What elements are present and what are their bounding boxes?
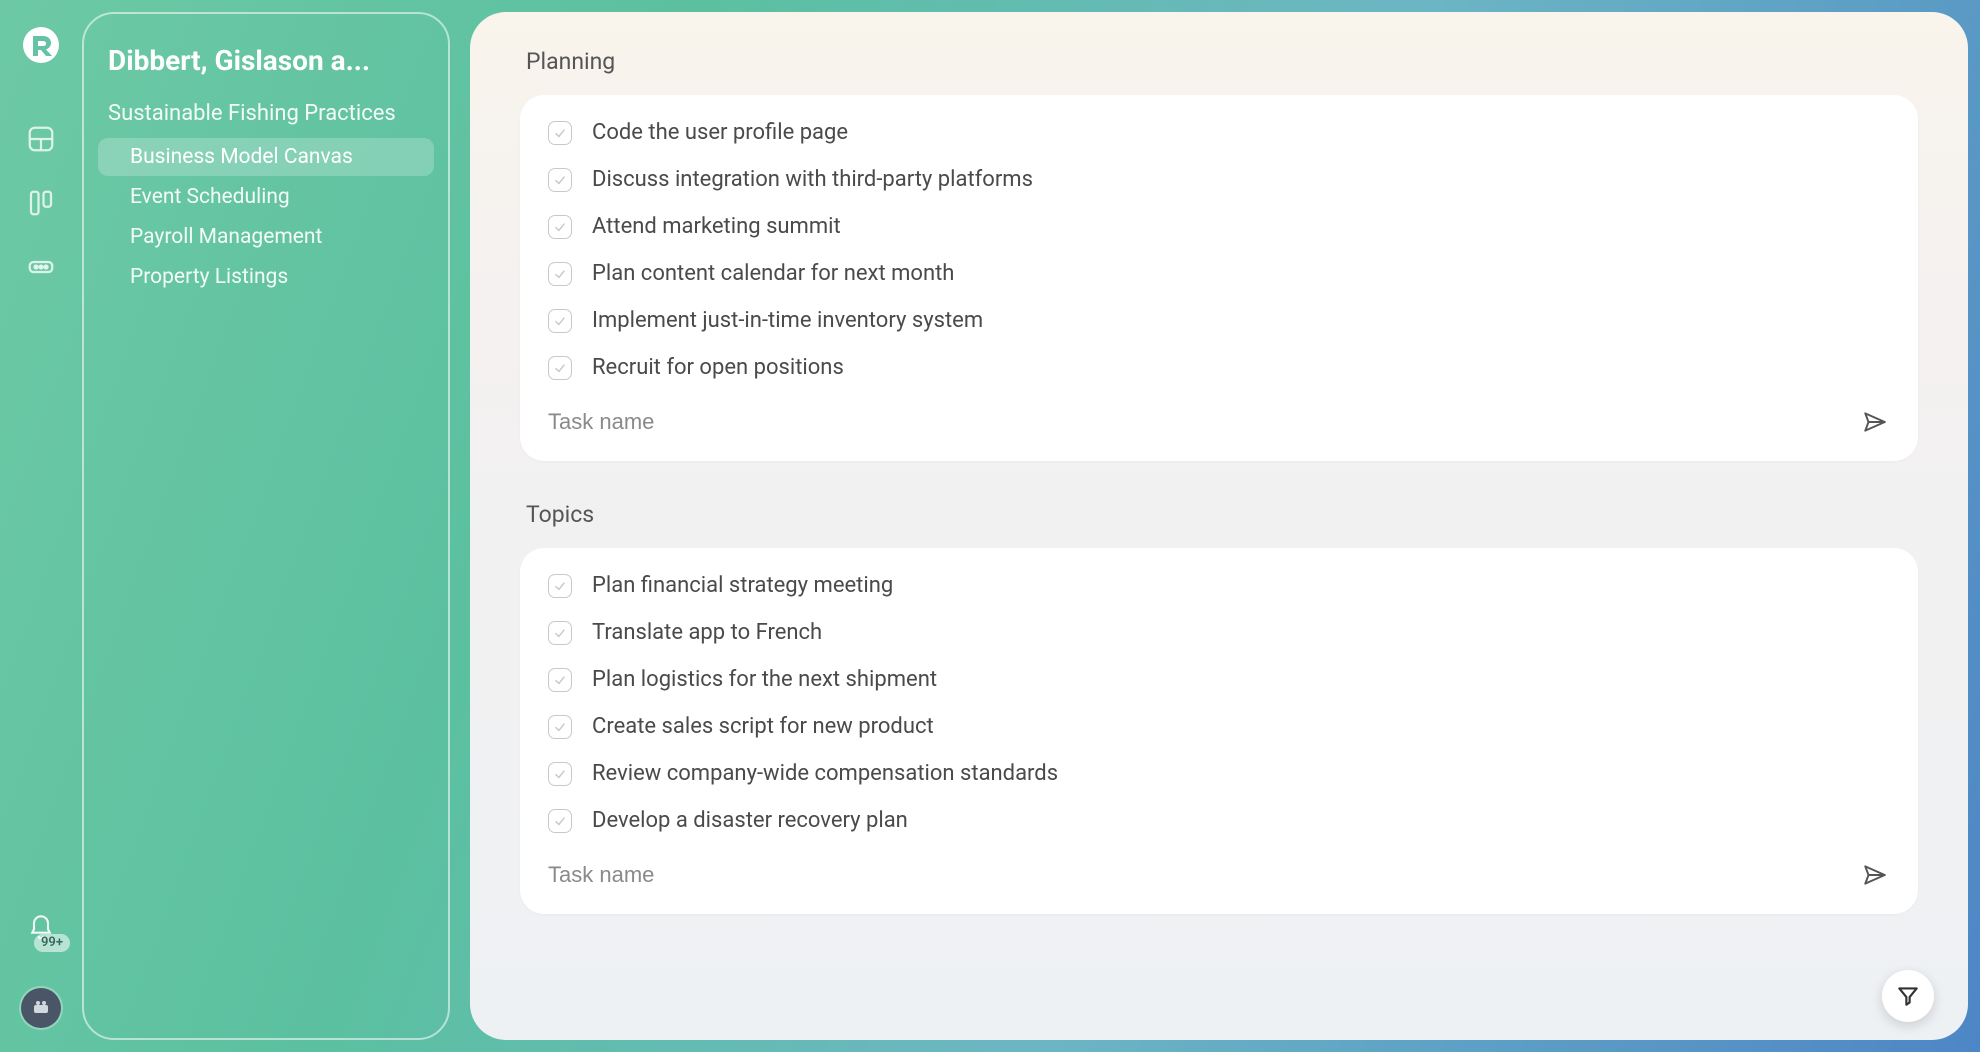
sidebar: Dibbert, Gislason a... Sustainable Fishi… bbox=[82, 12, 450, 1040]
task-label: Implement just-in-time inventory system bbox=[592, 308, 983, 333]
board-icon[interactable] bbox=[22, 184, 60, 222]
dashboard-icon[interactable] bbox=[22, 120, 60, 158]
filter-button[interactable] bbox=[1882, 970, 1934, 1022]
new-task-row bbox=[548, 844, 1890, 900]
task-list-card: Code the user profile page Discuss integr… bbox=[520, 95, 1918, 461]
task-list-card: Plan financial strategy meeting Translate… bbox=[520, 548, 1918, 914]
task-checkbox[interactable] bbox=[548, 715, 572, 739]
task-row[interactable]: Code the user profile page bbox=[548, 109, 1890, 156]
task-checkbox[interactable] bbox=[548, 309, 572, 333]
more-icon[interactable] bbox=[22, 248, 60, 286]
task-label: Plan logistics for the next shipment bbox=[592, 667, 937, 692]
task-checkbox[interactable] bbox=[548, 215, 572, 239]
task-label: Recruit for open positions bbox=[592, 355, 844, 380]
task-checkbox[interactable] bbox=[548, 668, 572, 692]
task-label: Plan financial strategy meeting bbox=[592, 573, 893, 598]
workspace-title[interactable]: Dibbert, Gislason a... bbox=[94, 44, 438, 95]
notifications-button[interactable]: 99+ bbox=[18, 908, 64, 948]
icon-rail: 99+ bbox=[0, 0, 82, 1052]
task-checkbox[interactable] bbox=[548, 809, 572, 833]
submit-task-button[interactable] bbox=[1860, 860, 1890, 890]
app-logo-icon[interactable] bbox=[20, 24, 62, 66]
task-row[interactable]: Plan content calendar for next month bbox=[548, 250, 1890, 297]
new-task-input[interactable] bbox=[548, 862, 1840, 888]
task-row[interactable]: Create sales script for new product bbox=[548, 703, 1890, 750]
sidebar-item[interactable]: Property Listings bbox=[98, 258, 434, 296]
task-checkbox[interactable] bbox=[548, 762, 572, 786]
task-row[interactable]: Implement just-in-time inventory system bbox=[548, 297, 1890, 344]
main-content: Planning Code the user profile page Discus… bbox=[470, 12, 1968, 1040]
task-row[interactable]: Recruit for open positions bbox=[548, 344, 1890, 391]
task-row[interactable]: Translate app to French bbox=[548, 609, 1890, 656]
task-checkbox[interactable] bbox=[548, 121, 572, 145]
task-row[interactable]: Plan financial strategy meeting bbox=[548, 562, 1890, 609]
sidebar-item[interactable]: Payroll Management bbox=[98, 218, 434, 256]
task-label: Discuss integration with third-party pla… bbox=[592, 167, 1033, 192]
send-icon bbox=[1862, 409, 1888, 435]
new-task-row bbox=[548, 391, 1890, 447]
task-label: Attend marketing summit bbox=[592, 214, 841, 239]
task-label: Plan content calendar for next month bbox=[592, 261, 954, 286]
send-icon bbox=[1862, 862, 1888, 888]
filter-icon bbox=[1895, 983, 1921, 1009]
task-row[interactable]: Plan logistics for the next shipment bbox=[548, 656, 1890, 703]
task-checkbox[interactable] bbox=[548, 356, 572, 380]
task-checkbox[interactable] bbox=[548, 621, 572, 645]
task-row[interactable]: Develop a disaster recovery plan bbox=[548, 797, 1890, 844]
task-checkbox[interactable] bbox=[548, 262, 572, 286]
sidebar-item[interactable]: Business Model Canvas bbox=[98, 138, 434, 176]
submit-task-button[interactable] bbox=[1860, 407, 1890, 437]
task-label: Code the user profile page bbox=[592, 120, 848, 145]
notifications-badge: 99+ bbox=[34, 934, 70, 952]
task-row[interactable]: Discuss integration with third-party pla… bbox=[548, 156, 1890, 203]
project-group-label[interactable]: Sustainable Fishing Practices bbox=[94, 95, 438, 136]
task-label: Translate app to French bbox=[592, 620, 822, 645]
task-row[interactable]: Review company-wide compensation standar… bbox=[548, 750, 1890, 797]
sidebar-item[interactable]: Event Scheduling bbox=[98, 178, 434, 216]
task-label: Develop a disaster recovery plan bbox=[592, 808, 908, 833]
task-label: Create sales script for new product bbox=[592, 714, 934, 739]
task-label: Review company-wide compensation standar… bbox=[592, 761, 1058, 786]
section-title: Topics bbox=[526, 501, 1918, 528]
new-task-input[interactable] bbox=[548, 409, 1840, 435]
avatar[interactable] bbox=[21, 988, 61, 1028]
task-checkbox[interactable] bbox=[548, 168, 572, 192]
task-checkbox[interactable] bbox=[548, 574, 572, 598]
task-row[interactable]: Attend marketing summit bbox=[548, 203, 1890, 250]
section-title: Planning bbox=[526, 48, 1918, 75]
